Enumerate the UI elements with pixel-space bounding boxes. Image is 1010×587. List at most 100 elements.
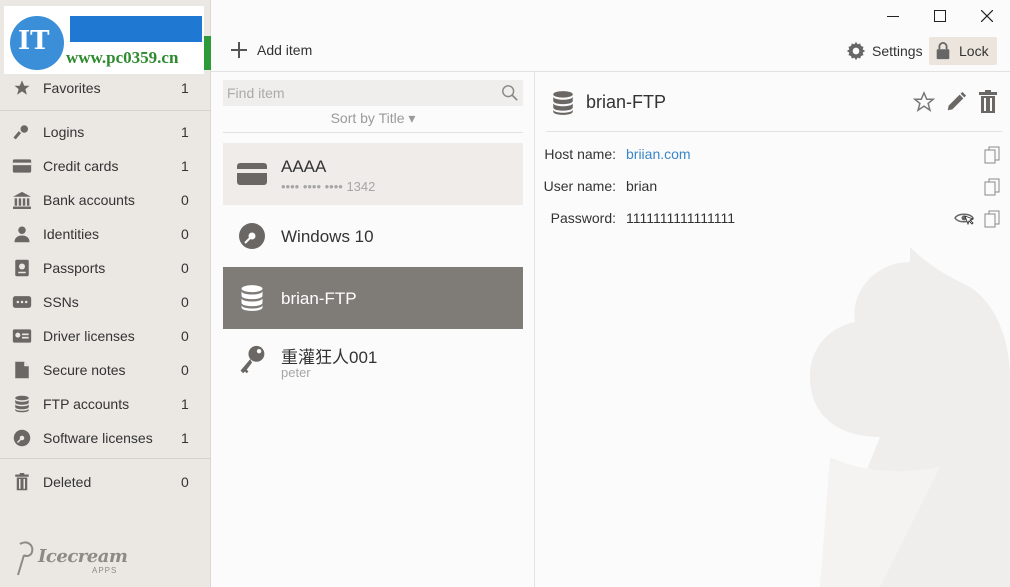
ssn-card-icon [11, 293, 33, 311]
credit-card-icon [237, 159, 267, 189]
sidebar-item-software-licenses[interactable]: Software licenses 1 [0, 421, 211, 455]
search-box [223, 80, 523, 106]
gear-icon [846, 41, 866, 61]
sidebar-item-count: 0 [181, 362, 189, 378]
sidebar-item-label: Passports [43, 260, 106, 276]
sidebar-item-label: Software licenses [43, 430, 153, 446]
edit-pencil-icon[interactable] [944, 90, 968, 114]
person-icon [11, 225, 33, 243]
sidebar-item-favorites[interactable]: Favorites 1 [0, 71, 211, 105]
watermark-logo-icon: IT [10, 16, 64, 70]
sidebar-item-driver-licenses[interactable]: Driver licenses 0 [0, 319, 211, 353]
watermark-text: www.pc0359.cn [66, 48, 179, 67]
host-name-value[interactable]: briian.com [626, 146, 691, 162]
list-item[interactable]: Windows 10 [223, 205, 523, 267]
sidebar-item-count: 0 [181, 226, 189, 242]
sidebar-item-label: Driver licenses [43, 328, 135, 344]
password-value[interactable]: 1111111111111111 [626, 210, 735, 226]
sidebar-item-count: 1 [181, 80, 189, 96]
favorite-star-icon[interactable] [912, 90, 936, 114]
search-input[interactable] [223, 85, 493, 101]
brand-name: Icecream [38, 546, 128, 567]
host-name-label: Host name: [544, 146, 616, 162]
sidebar-item-count: 0 [181, 328, 189, 344]
sidebar-item-label: Deleted [43, 474, 92, 490]
sort-dropdown[interactable]: Sort by Title ▾ [223, 110, 523, 127]
copy-icon[interactable] [984, 178, 1000, 196]
list-item-title: brian-FTP [281, 289, 357, 308]
sidebar-item-deleted[interactable]: Deleted 0 [0, 465, 211, 499]
database-icon [552, 90, 574, 119]
watermark-initials: IT [18, 26, 50, 56]
list-item[interactable]: AAAA •••• •••• •••• 1342 [223, 143, 523, 205]
user-name-row: User name: brian [536, 178, 1010, 202]
minimize-icon [887, 16, 899, 17]
sidebar-divider [0, 458, 211, 459]
credit-card-icon [11, 157, 33, 175]
item-actions [912, 90, 1000, 114]
ice-cream-watermark-icon [810, 247, 1010, 587]
sidebar-item-secure-notes[interactable]: Secure notes 0 [0, 353, 211, 387]
list-item-subtitle: •••• •••• •••• 1342 [281, 179, 376, 194]
sidebar-item-logins[interactable]: Logins 1 [0, 115, 211, 149]
maximize-button[interactable] [930, 6, 950, 26]
maximize-icon [934, 10, 946, 22]
close-icon [981, 10, 993, 22]
key-icon [11, 123, 33, 141]
lock-button[interactable]: Lock [929, 37, 997, 65]
toolbar: Add item Settings Lock [211, 0, 1010, 72]
icecream-apps-logo: Icecream APPS [14, 540, 128, 579]
copy-icon[interactable] [984, 146, 1000, 164]
sidebar-item-label: Credit cards [43, 158, 119, 174]
copy-icon[interactable] [984, 210, 1000, 228]
list-item-selected[interactable]: brian-FTP [223, 267, 523, 329]
disc-icon [11, 429, 33, 447]
sidebar-item-ssns[interactable]: SSNs 0 [0, 285, 211, 319]
search-icon[interactable] [501, 84, 519, 102]
close-button[interactable] [977, 6, 997, 26]
sidebar-item-credit-cards[interactable]: Credit cards 1 [0, 149, 211, 183]
list-item[interactable]: 重灌狂人001 peter [223, 329, 523, 391]
user-name-label: User name: [543, 178, 616, 194]
sidebar-item-identities[interactable]: Identities 0 [0, 217, 211, 251]
sidebar-item-count: 1 [181, 124, 189, 140]
list-item-title: Windows 10 [281, 227, 374, 246]
sidebar-item-label: FTP accounts [43, 396, 130, 412]
sidebar-item-label: Bank accounts [43, 192, 135, 208]
divider [546, 131, 1002, 132]
item-title: brian-FTP [586, 92, 667, 112]
show-password-eye-icon[interactable] [954, 210, 974, 226]
sidebar-item-passports[interactable]: Passports 0 [0, 251, 211, 285]
password-row: Password: 1111111111111111 [536, 210, 1010, 234]
brand-sub: APPS [92, 566, 118, 575]
sidebar-item-label: Secure notes [43, 362, 126, 378]
delete-trash-icon[interactable] [976, 90, 1000, 114]
bank-icon [11, 191, 33, 209]
host-name-row: Host name: briian.com [536, 146, 1010, 170]
list-item-title: AAAA [281, 157, 327, 176]
minimize-button[interactable] [883, 6, 903, 26]
icecream-logo-icon [17, 541, 34, 576]
divider [223, 132, 523, 133]
sidebar-divider [0, 110, 211, 111]
watermark-badge: IT www.pc0359.cn [4, 6, 204, 74]
sidebar-item-ftp-accounts[interactable]: FTP accounts 1 [0, 387, 211, 421]
sidebar-item-count: 0 [181, 294, 189, 310]
sidebar-item-label: Identities [43, 226, 100, 242]
sidebar-item-bank-accounts[interactable]: Bank accounts 0 [0, 183, 211, 217]
watermark-accent [204, 36, 211, 70]
add-item-button[interactable]: Add item [231, 38, 312, 62]
star-icon [11, 79, 33, 97]
sidebar: IT www.pc0359.cn Favorites 1 Logins 1 Cr… [0, 0, 211, 587]
passport-icon [11, 259, 33, 277]
sidebar-item-count: 0 [181, 192, 189, 208]
plus-icon [231, 42, 247, 58]
lock-label: Lock [959, 43, 989, 59]
sidebar-item-label: Logins [43, 124, 85, 140]
padlock-icon [936, 42, 950, 60]
key-icon [237, 345, 267, 375]
list-item-subtitle: peter [281, 365, 311, 380]
settings-button[interactable]: Settings [846, 38, 923, 64]
disc-icon [237, 221, 267, 251]
user-name-value[interactable]: brian [626, 178, 657, 194]
